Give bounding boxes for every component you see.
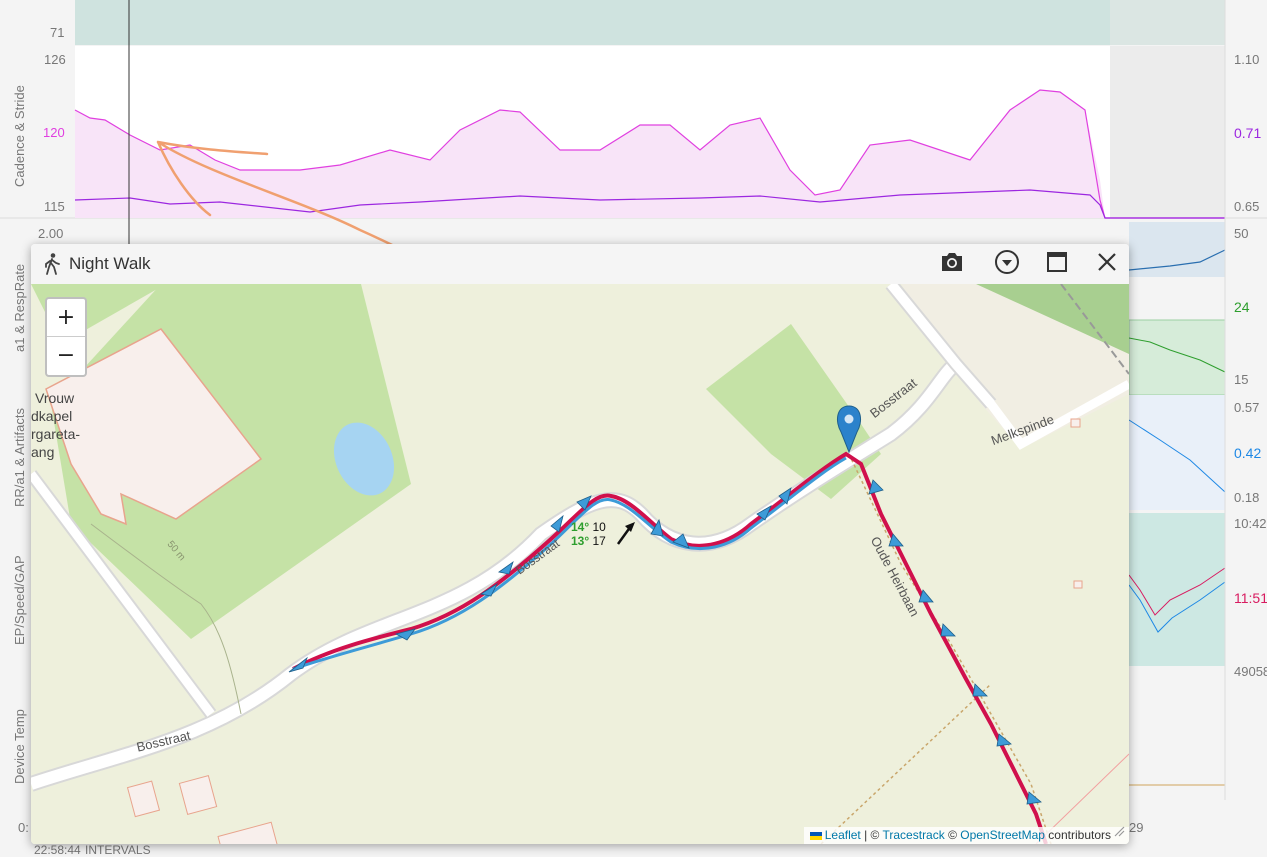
tick-right-1151: 11:51	[1234, 590, 1267, 606]
popup-header: Night Walk	[31, 244, 1129, 285]
chevron-circle-down-icon	[994, 249, 1020, 280]
panel-label-temp: Device Temp	[12, 709, 27, 784]
maximize-icon	[1046, 251, 1068, 278]
close-button[interactable]	[1092, 250, 1122, 278]
map-label-church-4: ang	[31, 444, 55, 460]
tick-left-71: 71	[50, 25, 65, 40]
attrib-contributors: contributors	[1044, 828, 1111, 842]
weather-wind-2: 17	[592, 534, 606, 548]
weather-temp-2: 13°	[571, 534, 590, 548]
attrib-sep-1: | ©	[860, 828, 883, 842]
tick-right-15: 15	[1234, 372, 1249, 387]
weather-temp-1: 14°	[571, 520, 590, 534]
tick-right-057: 0.57	[1234, 400, 1260, 415]
panel-label-ep: EP/Speed/GAP	[12, 555, 27, 645]
map-label-church-3: rgareta-	[31, 426, 81, 442]
osm-link[interactable]: OpenStreetMap	[960, 828, 1045, 842]
tick-right-50: 50	[1234, 226, 1249, 241]
close-icon	[1097, 252, 1117, 277]
tick-right-1042: 10:42	[1234, 516, 1267, 531]
ukraine-flag-icon	[809, 831, 822, 840]
x-axis-start: 0:	[18, 820, 29, 835]
tick-right-065: 0.65	[1234, 199, 1260, 214]
x-axis-end: 29	[1129, 820, 1144, 835]
dropdown-button[interactable]	[992, 249, 1022, 280]
camera-button[interactable]	[937, 250, 967, 278]
tick-left-115: 115	[44, 199, 65, 214]
tick-right-018: 0.18	[1234, 490, 1260, 505]
popup-title: Night Walk	[69, 254, 151, 273]
tick-left-126: 126	[44, 52, 66, 67]
map-canvas[interactable]: 14° 10 13° 17 Vrouw dkapel rgareta- ang …	[31, 284, 1129, 844]
weather-annotation: 14° 10 13° 17	[571, 520, 606, 548]
map-tiles	[31, 284, 1129, 844]
walking-person-icon	[41, 252, 63, 281]
zoom-in-button[interactable]: +	[47, 299, 85, 337]
map-popup-window: Night Walk 14° 10 13° 17 Vrouw dkapel rg…	[31, 244, 1129, 844]
maximize-button[interactable]	[1042, 250, 1072, 278]
tracestrack-link[interactable]: Tracestrack	[883, 828, 945, 842]
tick-right-042: 0.42	[1234, 445, 1262, 461]
map-label-church-1: Vrouw	[35, 390, 75, 406]
camera-icon	[939, 251, 965, 278]
panel-label-cadence: Cadence & Stride	[12, 85, 27, 187]
tick-right-24: 24	[1234, 299, 1250, 315]
tick-left-200: 2.00	[38, 226, 64, 241]
tick-right-110: 1.10	[1234, 52, 1260, 67]
zoom-out-button[interactable]: −	[47, 337, 85, 374]
tick-left-120: 120	[43, 125, 65, 140]
panel-label-rr: RR/a1 & Artifacts	[12, 408, 27, 507]
leaflet-link[interactable]: Leaflet	[825, 828, 861, 842]
tick-right-071: 0.71	[1234, 125, 1262, 141]
resize-handle-icon[interactable]	[1113, 824, 1125, 842]
top-heartrate-band	[75, 0, 1225, 45]
map-label-church-2: dkapel	[31, 408, 73, 424]
intervals-tab[interactable]: INTERVALS	[85, 843, 151, 857]
panel-label-a1resp: a1 & RespRate	[12, 263, 27, 352]
bottom-time: 22:58:44	[34, 843, 81, 857]
map-attribution: Leaflet | © Tracestrack © OpenStreetMap …	[803, 827, 1129, 844]
attrib-sep-2: ©	[944, 828, 961, 842]
zoom-control: + −	[45, 297, 87, 377]
tick-right-49058: 49058	[1234, 664, 1267, 679]
weather-wind-1: 10	[592, 520, 606, 534]
